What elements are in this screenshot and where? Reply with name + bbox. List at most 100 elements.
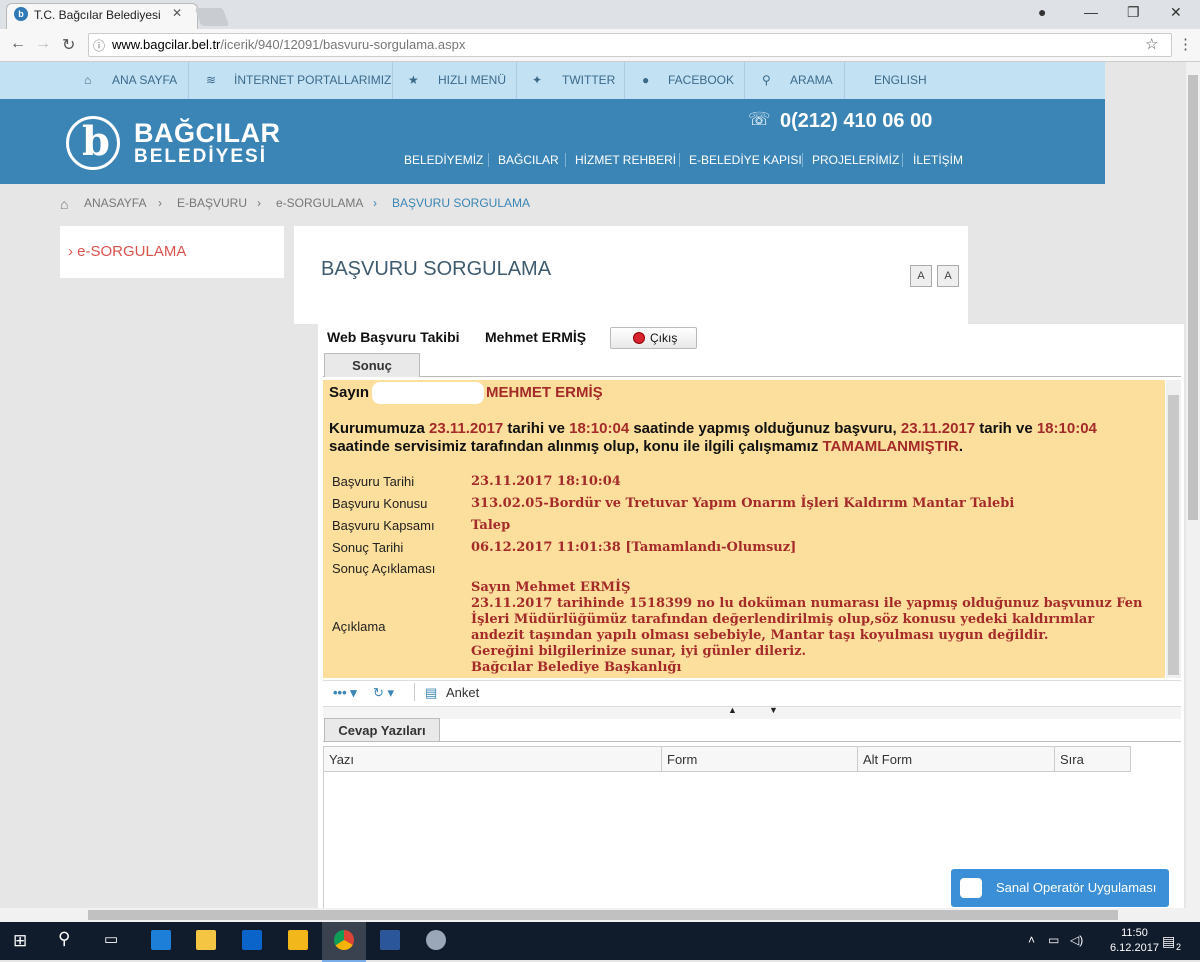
label-aciklama: Açıklama <box>332 619 386 634</box>
label-sonuc-aciklamasi: Sonuç Açıklaması <box>332 561 436 576</box>
label-basvuru-kapsami: Başvuru Kapsamı <box>332 518 435 533</box>
sidebar-item-e-sorgulama[interactable]: › e-SORGULAMA <box>68 243 186 260</box>
phone-icon: ☏ <box>748 109 771 129</box>
paint-icon[interactable] <box>426 930 446 950</box>
expand-down-icon[interactable]: ▼ <box>769 705 778 715</box>
tab-cevap-yazilari[interactable]: Cevap Yazıları <box>324 718 440 742</box>
word-icon[interactable] <box>380 930 400 950</box>
breadcrumb-home-icon[interactable]: ⌂ <box>60 196 68 212</box>
page-title: BAŞVURU SORGULAMA <box>321 258 552 280</box>
volume-icon[interactable]: ◁) <box>1070 933 1083 947</box>
value-basvuru-konusu: 313.02.05-Bordür ve Tretuvar Yapım Onarı… <box>471 496 1015 511</box>
notification-icon[interactable]: ▤ <box>1162 933 1175 950</box>
chrome-menu-icon[interactable]: ⋮ <box>1178 35 1193 53</box>
logo-subtitle[interactable]: BELEDİYESİ <box>134 146 267 168</box>
mainnav-hizmet-rehberi[interactable]: HİZMET REHBERİ <box>575 153 676 167</box>
horizontal-scrollbar-thumb[interactable] <box>88 910 1118 920</box>
mainnav-divider <box>488 153 489 167</box>
tab-strip <box>323 352 1181 377</box>
sidebar-item-label: e-SORGULAMA <box>77 243 187 260</box>
column-alt-form[interactable]: Alt Form <box>858 746 1055 772</box>
system-clock[interactable]: 11:50 6.12.2017 <box>1110 926 1159 956</box>
mainnav-belediyemiz[interactable]: BELEDİYEMİZ <box>404 153 483 167</box>
reload-icon[interactable]: ↻ <box>62 35 75 55</box>
topnav-twitter[interactable]: TWITTER <box>562 62 615 99</box>
windows-start-icon[interactable]: ⊞ <box>13 931 27 951</box>
anket-button[interactable]: Anket <box>446 685 479 700</box>
font-decrease-button[interactable]: A <box>937 265 959 287</box>
tab-strip-line <box>323 741 1181 742</box>
onenote-icon[interactable] <box>288 930 308 950</box>
topnav-portallar[interactable]: İNTERNET PORTALLARIMIZ <box>234 62 391 99</box>
expand-up-icon[interactable]: ▲ <box>728 705 737 715</box>
mainnav-projelerimiz[interactable]: PROJELERİMİZ <box>812 153 899 167</box>
window-close-icon[interactable]: ✕ <box>1170 4 1182 21</box>
bookmark-star-icon[interactable]: ☆ <box>1145 35 1158 53</box>
back-arrow-icon[interactable]: ← <box>10 35 26 53</box>
page-scrollbar-thumb[interactable] <box>1188 75 1198 520</box>
windows-taskbar <box>0 922 1200 960</box>
chevron-right-icon: › <box>257 196 261 210</box>
info-icon[interactable]: ⓘ <box>93 37 105 54</box>
chrome-icon <box>334 930 354 950</box>
result-scrollbar-thumb[interactable] <box>1168 395 1179 675</box>
topnav-facebook[interactable]: FACEBOOK <box>668 62 734 99</box>
exit-icon <box>633 332 645 344</box>
chevron-right-icon: › <box>373 196 377 210</box>
value-sonuc-tarihi: 06.12.2017 11:01:38 [Tamamlandı-Olumsuz] <box>471 540 797 555</box>
breadcrumb-e-sorgulama[interactable]: e-SORGULAMA <box>276 196 363 210</box>
greeting: Sayın <box>329 384 370 401</box>
file-explorer-icon[interactable] <box>196 930 216 950</box>
maximize-icon[interactable]: ❐ <box>1127 4 1140 21</box>
toolbar-divider <box>414 683 415 701</box>
facebook-icon: ● <box>642 73 650 87</box>
virtual-operator-label: Sanal Operatör Uygulaması <box>996 880 1157 895</box>
mainnav-e-belediye[interactable]: E-BELEDİYE KAPISI <box>689 153 802 167</box>
pane-splitter[interactable] <box>323 706 1181 719</box>
edge-icon[interactable] <box>151 930 171 950</box>
mainnav-divider <box>565 153 566 167</box>
url-text[interactable]: www.bagcilar.bel.tr/icerik/940/12091/bas… <box>112 37 465 52</box>
column-form[interactable]: Form <box>662 746 858 772</box>
topnav-ana-sayfa[interactable]: ANA SAYFA <box>112 62 177 99</box>
topnav-arama[interactable]: ARAMA <box>790 62 833 99</box>
mainnav-iletisim[interactable]: İLETİŞİM <box>913 153 963 167</box>
topnav-english[interactable]: ENGLISH <box>874 62 927 99</box>
mainnav-bagcilar[interactable]: BAĞCILAR <box>498 153 559 167</box>
breadcrumb-e-basvuru[interactable]: E-BAŞVURU <box>177 196 247 210</box>
mainnav-divider <box>802 153 803 167</box>
topnav-hizli-menu[interactable]: HIZLI MENÜ <box>438 62 506 99</box>
column-sira[interactable]: Sıra <box>1055 746 1131 772</box>
more-options-icon[interactable]: ••• ▾ <box>333 685 357 701</box>
site-favicon-icon: b <box>14 7 28 21</box>
home-icon[interactable]: ⌂ <box>84 62 91 99</box>
minimize-icon[interactable]: — <box>1084 4 1098 20</box>
logo-letter: b <box>82 118 110 165</box>
font-increase-button[interactable]: A <box>910 265 932 287</box>
label-sonuc-tarihi: Sonuç Tarihi <box>332 540 404 555</box>
topnav-divider <box>624 62 625 99</box>
phone-number: 0(212) 410 06 00 <box>780 110 933 132</box>
user-name: Mehmet ERMİŞ <box>485 329 587 345</box>
profile-icon[interactable]: ● <box>1038 4 1046 20</box>
mainnav-divider <box>902 153 903 167</box>
layers-icon: ≋ <box>206 73 217 87</box>
tab-close-icon[interactable]: ✕ <box>172 6 182 20</box>
search-icon[interactable]: ⚲ <box>58 929 70 949</box>
chat-icon <box>960 878 982 898</box>
applicant-name: MEHMET ERMİŞ <box>486 384 603 401</box>
column-yazi[interactable]: Yazı <box>323 746 662 772</box>
outlook-icon[interactable] <box>242 930 262 950</box>
breadcrumb-anasayfa[interactable]: ANASAYFA <box>84 196 146 210</box>
forward-arrow-icon[interactable]: → <box>35 35 51 53</box>
mainnav-divider <box>679 153 680 167</box>
refresh-icon[interactable]: ↻ ▾ <box>373 685 394 701</box>
tab-sonuc[interactable]: Sonuç <box>324 353 420 377</box>
search-icon: ⚲ <box>762 73 771 87</box>
topnav-divider <box>844 62 845 99</box>
task-view-icon[interactable]: ▭ <box>104 930 118 948</box>
chevron-up-icon[interactable]: ˄ <box>1028 933 1035 947</box>
network-icon[interactable]: ▭ <box>1048 933 1059 947</box>
logo-title[interactable]: BAĞCILAR <box>134 118 281 149</box>
topnav-divider <box>392 62 393 99</box>
